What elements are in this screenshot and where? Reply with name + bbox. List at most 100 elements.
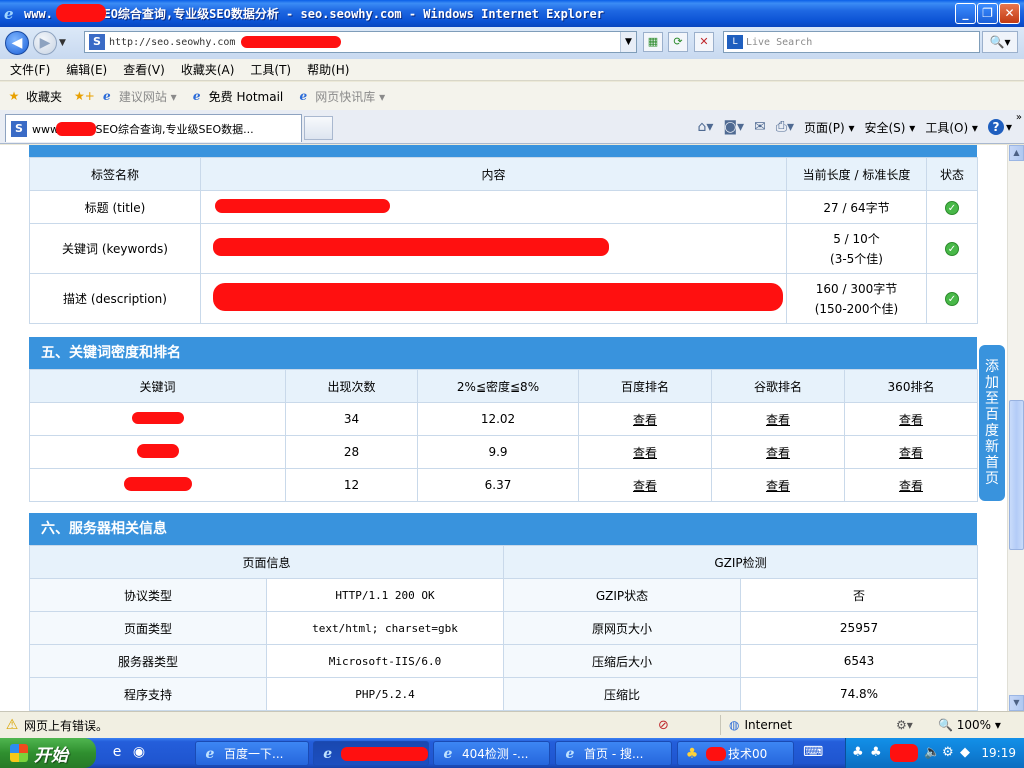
window-title: www. .com,SEO综合查询,专业级SEO数据分析 - seo.seowh… — [24, 7, 604, 21]
table-row: 程序支持 PHP/5.2.4 压缩比 74.8% — [29, 677, 979, 711]
favorites-item-webslice[interactable]: e 网页快讯库 ▾ — [295, 88, 385, 105]
print-icon[interactable]: ⎙▾ — [776, 119, 794, 135]
home-icon[interactable]: ⌂▾ — [698, 119, 714, 135]
start-button[interactable]: 开始 — [0, 738, 96, 768]
clock[interactable]: 19:19 — [981, 746, 1016, 760]
qq-tray-icon[interactable]: ♣ — [870, 745, 882, 760]
s360-rank-link[interactable]: 查看 — [899, 446, 923, 460]
scroll-thumb[interactable] — [1009, 400, 1024, 550]
menu-edit[interactable]: 编辑(E) — [66, 61, 107, 78]
new-tab-button[interactable] — [304, 116, 333, 140]
search-input[interactable]: Live Search — [746, 37, 812, 48]
feeds-icon[interactable]: ◙▾ — [723, 119, 744, 135]
zoom-icon: 🔍 — [938, 718, 953, 732]
site-favicon-icon: S — [11, 120, 27, 137]
taskbar-window-home[interactable]: e 首页 - 搜... — [555, 741, 672, 766]
chevron-more-icon[interactable]: » — [1016, 112, 1022, 123]
keyword-density-section: 五、关键词密度和排名 关键词 出现次数 2%≦密度≦8% 百度排名 谷歌排名 3… — [29, 337, 978, 502]
col-header: 关键词 — [29, 369, 286, 403]
safety-menu[interactable]: 安全(S) ▾ — [864, 119, 915, 136]
status-ok-icon: ✓ — [926, 273, 978, 324]
windows-flag-icon — [10, 744, 28, 762]
google-rank-link[interactable]: 查看 — [766, 446, 790, 460]
help-icon[interactable]: ? — [987, 119, 1004, 135]
mail-icon[interactable]: ✉ — [754, 119, 766, 135]
info-key: 页面类型 — [29, 611, 267, 645]
command-bar: ⌂▾ ◙▾ ✉ ⎙▾ 页面(P) ▾ 安全(S) ▾ 工具(O) ▾ ? ▾ — [688, 116, 1012, 138]
page-menu[interactable]: 页面(P) ▾ — [804, 119, 854, 136]
quicklaunch-ie-icon[interactable]: e — [108, 744, 126, 762]
menu-help[interactable]: 帮助(H) — [307, 61, 349, 78]
security-zone[interactable]: ◍ Internet — [729, 718, 792, 732]
favorites-button[interactable]: ★ 收藏夹 — [6, 88, 62, 105]
google-rank-link[interactable]: 查看 — [766, 479, 790, 493]
ie-page-icon: e — [192, 89, 201, 103]
taskbar-window-qq[interactable]: ♣ 技术00 — [677, 741, 794, 766]
favorites-item-suggested[interactable]: e 建议网站 ▾ — [99, 88, 177, 105]
baidu-rank-link[interactable]: 查看 — [633, 413, 657, 427]
scroll-up-button[interactable]: ▲ — [1009, 145, 1024, 161]
keyword-table: 关键词 出现次数 2%≦密度≦8% 百度排名 谷歌排名 360排名 34 12.… — [29, 369, 978, 502]
s360-rank-link[interactable]: 查看 — [899, 413, 923, 427]
info-value: PHP/5.2.4 — [265, 677, 505, 711]
add-favorite-icon[interactable]: ★+ — [74, 89, 95, 103]
zone-label: Internet — [744, 718, 793, 732]
protected-mode-icon[interactable]: ⚙▾ — [896, 718, 913, 732]
popup-blocked-icon[interactable]: ⊘ — [658, 718, 669, 733]
side-tab-label: 添加至百度新首页 — [985, 359, 999, 487]
qq-tray-icon[interactable]: ♣ — [852, 745, 864, 760]
s360-rank-link[interactable]: 查看 — [899, 479, 923, 493]
warning-icon[interactable]: ⚠ — [4, 718, 20, 732]
menu-file[interactable]: 文件(F) — [10, 61, 50, 78]
recent-pages-dropdown[interactable]: ▼ — [59, 38, 66, 48]
tab-active[interactable]: S www. .com,SEO综合查询,专业级SEO数据... — [5, 114, 302, 142]
volume-icon[interactable]: 🔈 — [924, 745, 940, 760]
help-dropdown-icon[interactable]: ▾ — [1006, 120, 1012, 134]
search-button[interactable]: 🔍▾ — [982, 31, 1018, 53]
menu-tools[interactable]: 工具(T) — [250, 61, 291, 78]
meta-name: 标题 (title) — [29, 190, 201, 224]
minimize-button[interactable]: _ — [955, 3, 976, 24]
quicklaunch-app-icon[interactable]: ◉ — [130, 744, 148, 762]
info-value: 否 — [740, 578, 979, 612]
taskbar-window-404[interactable]: e 404检测 -... — [433, 741, 550, 766]
compatibility-view-icon[interactable]: ▦ — [643, 32, 663, 52]
vertical-scrollbar[interactable]: ▲ ▼ — [1007, 145, 1024, 711]
tools-menu[interactable]: 工具(O) ▾ — [925, 119, 978, 136]
restore-button[interactable]: ❐ — [977, 3, 998, 24]
redaction — [341, 746, 428, 761]
google-rank-link[interactable]: 查看 — [766, 413, 790, 427]
address-url[interactable]: http://seo.seowhy.com — [109, 37, 235, 48]
info-value: 6543 — [740, 644, 979, 678]
keyboard-icon[interactable]: ⌨ — [803, 744, 823, 762]
taskbar-window-baidu[interactable]: e 百度一下... — [195, 741, 309, 766]
favorites-item-hotmail[interactable]: e 免费 Hotmail — [189, 88, 283, 105]
table-row: 协议类型 HTTP/1.1 200 OK GZIP状态 否 — [29, 578, 979, 612]
menu-view[interactable]: 查看(V) — [123, 61, 165, 78]
taskbar-window-active[interactable]: e — [313, 741, 429, 766]
forward-button[interactable]: ▶ — [33, 31, 57, 55]
ie-app-icon: e — [323, 745, 333, 762]
back-button[interactable]: ◀ — [5, 31, 29, 55]
table-row: 服务器类型 Microsoft-IIS/6.0 压缩后大小 6543 — [29, 644, 979, 678]
search-box[interactable]: L Live Search — [723, 31, 980, 53]
keyword-count: 34 — [285, 402, 418, 436]
add-to-baidu-tab[interactable]: 添加至百度新首页 — [979, 345, 1005, 501]
taskbar-label: 404检测 -... — [462, 747, 529, 761]
baidu-rank-link[interactable]: 查看 — [633, 479, 657, 493]
start-label: 开始 — [34, 745, 68, 766]
baidu-rank-link[interactable]: 查看 — [633, 446, 657, 460]
network-icon[interactable]: ⚙ — [942, 745, 954, 760]
scroll-down-button[interactable]: ▼ — [1009, 695, 1024, 711]
address-dropdown-button[interactable]: ▼ — [620, 32, 636, 52]
address-bar[interactable]: S http://seo.seowhy.com ▼ — [84, 31, 637, 53]
zoom-level[interactable]: 🔍 100% ▾ — [938, 718, 1001, 732]
stop-icon[interactable]: ✕ — [694, 32, 714, 52]
close-button[interactable]: ✕ — [999, 3, 1020, 24]
tray-app-icon[interactable]: ◆ — [960, 745, 970, 760]
taskbar-label: 百度一下... — [224, 747, 284, 761]
status-message[interactable]: 网页上有错误。 — [24, 717, 108, 734]
meta-length: 27 / 64字节 — [786, 190, 927, 224]
menu-favorites[interactable]: 收藏夹(A) — [181, 61, 235, 78]
refresh-icon[interactable]: ⟳ — [668, 32, 688, 52]
